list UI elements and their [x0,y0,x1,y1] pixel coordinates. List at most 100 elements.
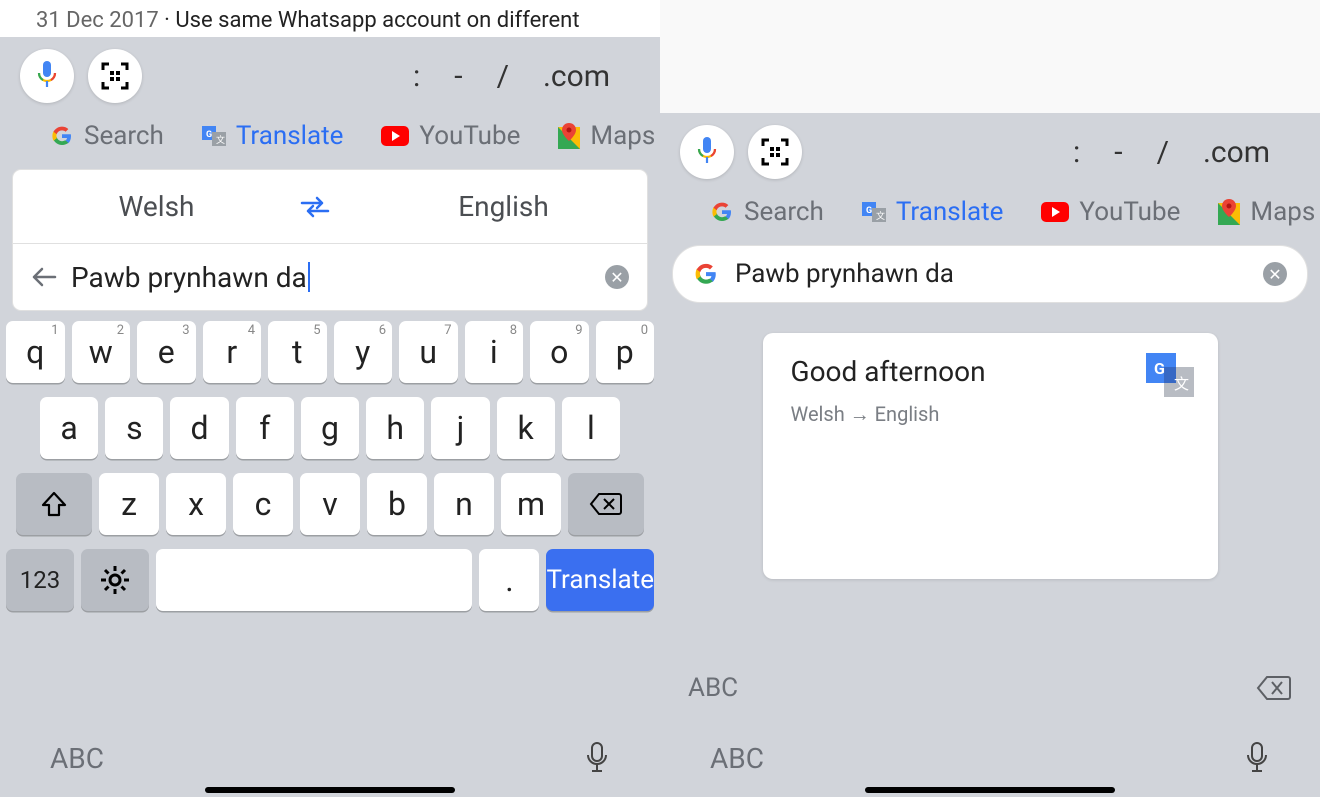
translation-result-card[interactable]: Good afternoon Welsh → English G 文 [763,333,1218,579]
app-youtube[interactable]: YouTube [1041,197,1180,227]
key-a[interactable]: a [40,397,98,459]
key-w[interactable]: w2 [72,321,131,383]
maps-icon [558,123,580,149]
shift-key[interactable] [16,473,92,535]
app-search-label: Search [84,121,164,151]
svg-text:G: G [1154,359,1165,378]
app-translate-label: Translate [896,197,1004,227]
close-icon: ✕ [610,268,623,287]
target-language[interactable]: English [360,190,647,223]
backspace-button[interactable] [1256,675,1292,701]
page-date: 31 Dec 2017 [36,8,159,33]
numbers-key[interactable]: 123 [6,549,74,611]
google-g-icon [693,261,719,287]
settings-key[interactable] [81,549,149,611]
key-z[interactable]: z [99,473,159,535]
search-bar[interactable]: Pawb prynhawn da ✕ [672,245,1308,303]
dictation-button[interactable] [584,741,610,775]
app-search[interactable]: Search [50,121,164,151]
dictation-button[interactable] [1244,741,1270,775]
youtube-icon [1041,202,1069,222]
scan-button[interactable] [88,49,142,103]
backspace-icon [589,492,623,516]
translate-card: Welsh English Pawb prynhawn da ✕ [12,169,648,311]
app-youtube[interactable]: YouTube [381,121,520,151]
swap-icon [300,196,330,218]
key-o[interactable]: o9 [530,321,589,383]
scan-icon [761,138,789,166]
backspace-icon [1256,675,1292,701]
abc-switch-button[interactable]: ABC [710,742,764,775]
microphone-icon [1244,741,1270,775]
source-language[interactable]: Welsh [13,190,300,223]
key-m[interactable]: m [501,473,561,535]
text-caret [308,262,310,292]
key-i[interactable]: i8 [465,321,524,383]
key-x[interactable]: x [166,473,226,535]
translation-language-pair: Welsh → English [791,402,1190,427]
app-translate[interactable]: G 文 Translate [862,197,1004,227]
spacebar-key[interactable] [156,549,472,611]
translate-input[interactable]: Pawb prynhawn da [71,261,591,294]
punct-dash[interactable]: - [1114,135,1122,170]
app-maps-label: Maps [1250,197,1315,227]
punct-dotcom[interactable]: .com [1203,135,1270,170]
translation-result: Good afternoon [791,355,1190,388]
key-p[interactable]: p0 [596,321,655,383]
key-y[interactable]: y6 [334,321,393,383]
app-maps[interactable]: Maps [558,121,655,151]
key-c[interactable]: c [233,473,293,535]
voice-input-button[interactable] [20,49,74,103]
backspace-key[interactable] [568,473,644,535]
key-t[interactable]: t5 [268,321,327,383]
microphone-icon [584,741,610,775]
key-u[interactable]: u7 [399,321,458,383]
swap-languages-button[interactable] [300,196,360,218]
app-maps[interactable]: Maps [1218,197,1315,227]
svg-text:文: 文 [1174,375,1189,393]
app-youtube-label: YouTube [419,121,520,151]
key-j[interactable]: j [431,397,489,459]
key-s[interactable]: s [105,397,163,459]
key-k[interactable]: k [497,397,555,459]
shift-icon [40,490,68,518]
period-key[interactable]: . [479,549,539,611]
page-content-blank [660,0,1320,113]
punct-dotcom[interactable]: .com [543,59,610,94]
translate-icon: G 文 [862,200,886,224]
key-g[interactable]: g [301,397,359,459]
key-r[interactable]: r4 [203,321,262,383]
right-screenshot: : - / .com Search G [660,0,1320,797]
punct-colon[interactable]: : [413,59,420,94]
key-q[interactable]: q1 [6,321,65,383]
home-indicator[interactable] [205,787,455,793]
punct-colon[interactable]: : [1073,135,1080,170]
key-h[interactable]: h [366,397,424,459]
google-g-icon [710,200,734,224]
punct-dash[interactable]: - [454,59,462,94]
abc-switch-button[interactable]: ABC [50,742,104,775]
left-screenshot: 31 Dec 2017 · Use same Whatsapp account … [0,0,660,797]
enter-translate-key[interactable]: Translate [546,549,654,611]
punct-slash[interactable]: / [497,59,509,94]
abc-hint[interactable]: ABC [688,673,738,703]
key-f[interactable]: f [236,397,294,459]
app-search[interactable]: Search [710,197,824,227]
home-indicator[interactable] [865,787,1115,793]
clear-input-button[interactable]: ✕ [605,265,629,289]
voice-input-button[interactable] [680,125,734,179]
key-e[interactable]: e3 [137,321,196,383]
key-v[interactable]: v [300,473,360,535]
scan-button[interactable] [748,125,802,179]
key-n[interactable]: n [434,473,494,535]
clear-search-button[interactable]: ✕ [1263,262,1287,286]
key-b[interactable]: b [367,473,427,535]
key-d[interactable]: d [170,397,228,459]
punct-slash[interactable]: / [1157,135,1169,170]
arrow-left-icon [31,266,57,288]
key-l[interactable]: l [562,397,620,459]
gboard-panel: : - / .com Search G [660,113,1320,797]
translate-back-button[interactable] [31,266,57,288]
search-query-text: Pawb prynhawn da [735,259,1247,289]
app-translate[interactable]: G 文 Translate [202,121,344,151]
